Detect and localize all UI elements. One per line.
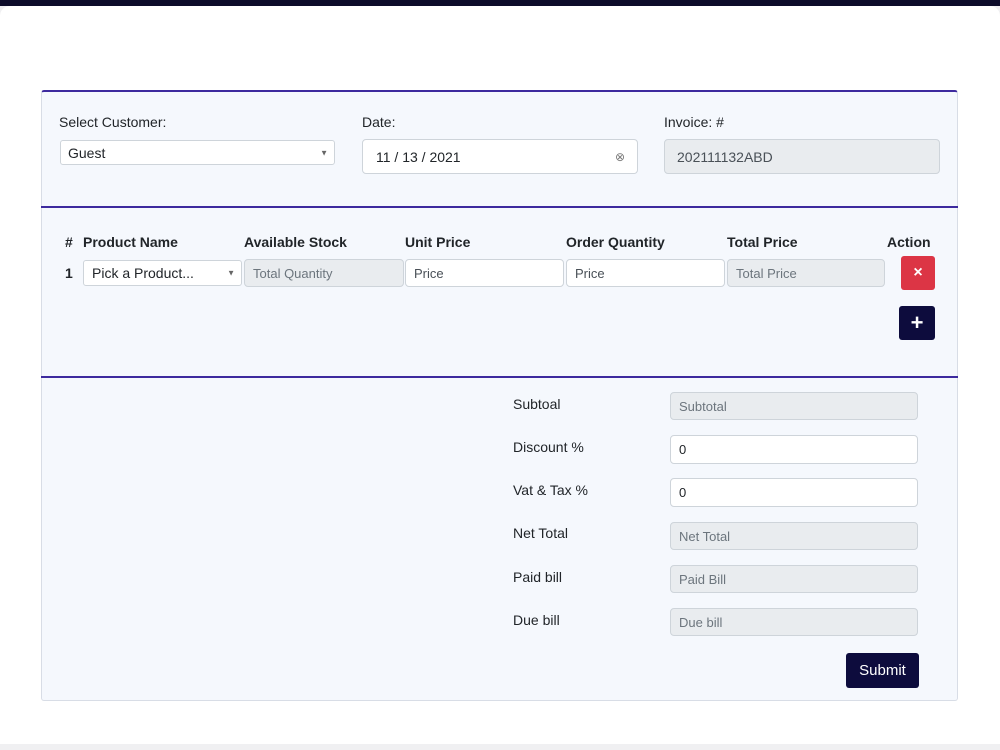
chevron-down-icon: ▼ (227, 268, 235, 278)
chevron-down-icon: ▼ (320, 148, 328, 157)
col-header-total-price: Total Price (727, 234, 798, 250)
date-value: 11 / 13 / 2021 (376, 148, 461, 165)
paid-bill-label: Paid bill (513, 569, 563, 585)
date-label: Date: (362, 114, 396, 130)
invoice-number-field: 202111132ABD (664, 139, 940, 174)
net-total-placeholder: Net Total (679, 528, 731, 544)
discount-value: 0 (679, 442, 687, 457)
order-quantity-placeholder: Price (575, 265, 605, 281)
page: Select Customer: Guest ▼ Date: 11 / 13 /… (0, 6, 1000, 744)
order-quantity-input[interactable]: Price (566, 259, 725, 287)
unit-price-input[interactable]: Price (405, 259, 564, 287)
invoice-label: Invoice: # (664, 114, 724, 130)
customer-select-value: Guest (68, 144, 106, 161)
row-index: 1 (65, 265, 73, 281)
invoice-form-card: Select Customer: Guest ▼ Date: 11 / 13 /… (41, 90, 958, 701)
due-bill-label: Due bill (513, 612, 560, 628)
vat-tax-input[interactable]: 0 (670, 478, 918, 507)
plus-icon: + (910, 310, 924, 335)
available-stock-placeholder: Total Quantity (253, 265, 333, 281)
discount-label: Discount % (513, 439, 584, 455)
subtotal-label: Subtoal (513, 396, 561, 412)
submit-button[interactable]: Submit (846, 653, 919, 688)
vat-tax-label: Vat & Tax % (513, 482, 588, 498)
col-header-index: # (65, 234, 73, 250)
discount-input[interactable]: 0 (670, 435, 918, 464)
available-stock-field: Total Quantity (244, 259, 404, 287)
subtotal-field: Subtotal (670, 392, 918, 420)
col-header-unit-price: Unit Price (405, 234, 471, 250)
col-header-available-stock: Available Stock (244, 234, 347, 250)
subtotal-placeholder: Subtotal (679, 398, 727, 414)
delete-row-button[interactable]: × (901, 256, 935, 290)
clear-date-icon[interactable]: ⊗ (615, 150, 625, 164)
due-bill-field: Due bill (670, 608, 918, 636)
paid-bill-placeholder: Paid Bill (679, 571, 726, 587)
net-total-field: Net Total (670, 522, 918, 550)
section-divider-top (41, 206, 958, 208)
invoice-number-value: 202111132ABD (677, 148, 773, 165)
vat-tax-value: 0 (679, 485, 687, 500)
customer-label: Select Customer: (59, 114, 167, 130)
section-divider-bottom (41, 376, 958, 378)
col-header-order-quantity: Order Quantity (566, 234, 665, 250)
total-price-placeholder: Total Price (736, 265, 797, 281)
close-icon: × (913, 264, 923, 281)
product-select-placeholder: Pick a Product... (92, 265, 194, 281)
add-row-button[interactable]: + (899, 306, 935, 340)
total-price-field: Total Price (727, 259, 885, 287)
net-total-label: Net Total (513, 525, 568, 541)
date-input[interactable]: 11 / 13 / 2021 ⊗ (362, 139, 638, 174)
product-select[interactable]: Pick a Product... ▼ (83, 260, 242, 286)
due-bill-placeholder: Due bill (679, 614, 723, 630)
customer-select[interactable]: Guest ▼ (60, 140, 335, 165)
col-header-action: Action (887, 234, 931, 250)
submit-label: Submit (859, 662, 906, 679)
unit-price-placeholder: Price (414, 265, 444, 281)
paid-bill-field: Paid Bill (670, 565, 918, 593)
col-header-product-name: Product Name (83, 234, 178, 250)
